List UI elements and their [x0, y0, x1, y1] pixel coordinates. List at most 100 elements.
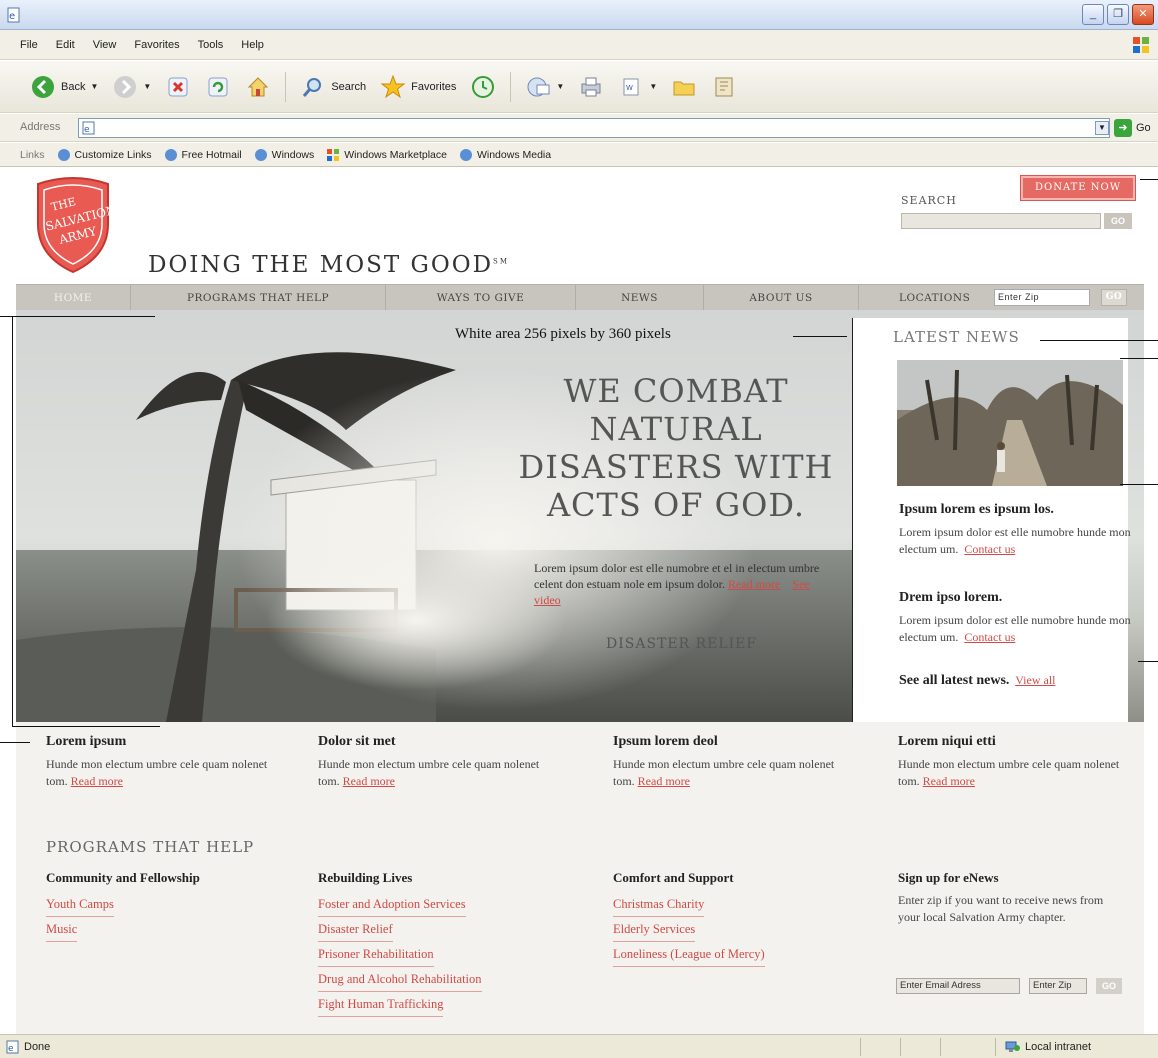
program-link[interactable]: Christmas Charity: [613, 892, 705, 917]
chevron-down-icon: ▼: [143, 82, 152, 91]
news-item-2-contact-link[interactable]: Contact us: [964, 630, 1015, 644]
program-link[interactable]: Prisoner Rehabilitation: [318, 942, 434, 967]
security-zone[interactable]: Local intranet: [1005, 1040, 1091, 1054]
refresh-button[interactable]: [205, 74, 231, 100]
nav-about-us[interactable]: ABOUT US: [704, 285, 859, 311]
chevron-down-icon: ▼: [90, 82, 99, 91]
program-link[interactable]: Foster and Adoption Services: [318, 892, 466, 917]
latest-news-title: LATEST NEWS: [893, 328, 1020, 346]
research-icon: [715, 77, 733, 96]
program-link[interactable]: Drug and Alcohol Rehabilitation: [318, 967, 482, 992]
enews-description: Enter zip if you want to receive news fr…: [898, 893, 1104, 924]
salvation-army-shield-logo[interactable]: THE SALVATION ARMY: [30, 176, 116, 276]
enews-email-input[interactable]: Enter Email Adress: [896, 978, 1020, 994]
feature-title[interactable]: Lorem niqui etti: [898, 734, 1138, 750]
location-go-button[interactable]: GO: [1101, 289, 1127, 306]
ie-page-icon: [459, 148, 472, 161]
search-heading: SEARCH: [901, 194, 957, 207]
menu-favorites[interactable]: Favorites: [134, 39, 179, 51]
feature-read-more-link[interactable]: Read more: [71, 774, 123, 788]
menu-file[interactable]: File: [20, 39, 38, 51]
feature-title[interactable]: Lorem ipsum: [46, 734, 286, 750]
folder-button[interactable]: [671, 74, 697, 100]
ie-page-icon: [164, 148, 177, 161]
donate-now-button[interactable]: DONATE NOW: [1020, 175, 1136, 201]
annotation-leader-line: [1138, 661, 1158, 662]
nav-programs-that-help[interactable]: PROGRAMS THAT HELP: [131, 285, 386, 311]
address-input[interactable]: e: [78, 118, 1110, 138]
svg-text:W: W: [626, 84, 633, 92]
menu-help[interactable]: Help: [241, 39, 264, 51]
site-header: THE SALVATION ARMY Doing the most goodSM…: [16, 168, 1144, 284]
favorites-button[interactable]: Favorites: [380, 74, 456, 100]
annotation-leader-line: [1040, 340, 1158, 341]
research-button[interactable]: [711, 74, 737, 100]
menu-view[interactable]: View: [93, 39, 117, 51]
maximize-button[interactable]: ❐: [1107, 4, 1129, 25]
feature-read-more-link[interactable]: Read more: [923, 774, 975, 788]
address-bar: Address e ▼ ➜ Go: [0, 114, 1158, 142]
stop-button[interactable]: [165, 74, 191, 100]
news-item-1-body: Lorem ipsum dolor est elle numobre hunde…: [899, 524, 1139, 558]
site-search-go-button[interactable]: GO: [1104, 213, 1132, 229]
news-item-1-contact-link[interactable]: Contact us: [964, 542, 1015, 556]
nav-ways-to-give[interactable]: WAYS TO GIVE: [386, 285, 576, 311]
link-label: Windows Media: [476, 148, 552, 161]
program-link[interactable]: Youth Camps: [46, 892, 114, 917]
menu-tools[interactable]: Tools: [198, 39, 224, 51]
storm-damage-photo[interactable]: [897, 360, 1123, 486]
ie-page-icon: [254, 148, 267, 161]
mail-button[interactable]: ▼: [525, 74, 564, 100]
program-link[interactable]: Elderly Services: [613, 917, 696, 942]
address-dropdown-button[interactable]: ▼: [1095, 121, 1109, 135]
programs-heading: Programs that help: [46, 838, 255, 856]
enews-go-button[interactable]: GO: [1096, 978, 1122, 994]
link-label: Free Hotmail: [181, 148, 242, 161]
close-button[interactable]: ✕: [1132, 4, 1154, 25]
nav-news[interactable]: NEWS: [576, 285, 704, 311]
svg-text:e: e: [9, 11, 15, 22]
minimize-button[interactable]: _: [1082, 4, 1104, 25]
program-heading: Rebuilding Lives: [318, 870, 413, 885]
feature-read-more-link[interactable]: Read more: [638, 774, 690, 788]
go-button[interactable]: ➜ Go: [1114, 119, 1151, 137]
feature-column: Lorem niqui etti Hunde mon electum umbre…: [898, 734, 1138, 790]
link-windows-marketplace[interactable]: Windows Marketplace: [326, 148, 447, 162]
windows-flag-icon: [1133, 37, 1149, 53]
link-label: Customize Links: [74, 148, 152, 161]
edit-button[interactable]: W ▼: [618, 74, 657, 100]
nav-home[interactable]: HOME: [16, 285, 131, 311]
site-search-input[interactable]: [901, 213, 1101, 229]
link-customize-links[interactable]: Customize Links: [57, 148, 152, 162]
feature-column: Dolor sit met Hunde mon electum umbre ce…: [318, 734, 558, 790]
program-link[interactable]: Fight Human Trafficking: [318, 992, 444, 1017]
history-button[interactable]: [470, 74, 496, 100]
hero-body: Lorem ipsum dolor est elle numobre et el…: [534, 560, 824, 608]
annotation-bracket-line: [12, 316, 13, 726]
link-windows[interactable]: Windows: [254, 148, 314, 162]
program-link[interactable]: Music: [46, 917, 78, 942]
forward-button[interactable]: ▼: [112, 74, 151, 100]
enews-zip-input[interactable]: Enter Zip: [1029, 978, 1087, 994]
menu-edit[interactable]: Edit: [56, 39, 75, 51]
feature-title[interactable]: Ipsum lorem deol: [613, 734, 853, 750]
view-all-news-link[interactable]: View all: [1015, 673, 1055, 687]
program-link[interactable]: Disaster Relief: [318, 917, 393, 942]
hero-read-more-link[interactable]: Read more: [728, 577, 780, 591]
back-button[interactable]: Back ▼: [30, 74, 98, 100]
annotation-bracket-line: [12, 726, 160, 727]
search-button[interactable]: Search: [300, 74, 366, 100]
location-zip-input[interactable]: Enter Zip: [994, 289, 1090, 306]
print-button[interactable]: [578, 74, 604, 100]
program-link[interactable]: Loneliness (League of Mercy): [613, 942, 765, 967]
back-label: Back: [61, 80, 86, 93]
link-windows-media[interactable]: Windows Media: [459, 148, 551, 162]
browser-toolbar: Back ▼ ▼ Search Favorites ▼ W ▼: [0, 61, 1158, 113]
news-item-2-headline[interactable]: Drem ipso lorem.: [899, 590, 1002, 606]
feature-read-more-link[interactable]: Read more: [343, 774, 395, 788]
home-button[interactable]: [245, 74, 271, 100]
news-item-1-headline[interactable]: Ipsum lorem es ipsum los.: [899, 502, 1054, 518]
feature-title[interactable]: Dolor sit met: [318, 734, 558, 750]
link-free-hotmail[interactable]: Free Hotmail: [164, 148, 242, 162]
program-column-rebuilding: Rebuilding Lives Foster and Adoption Ser…: [318, 870, 568, 1017]
